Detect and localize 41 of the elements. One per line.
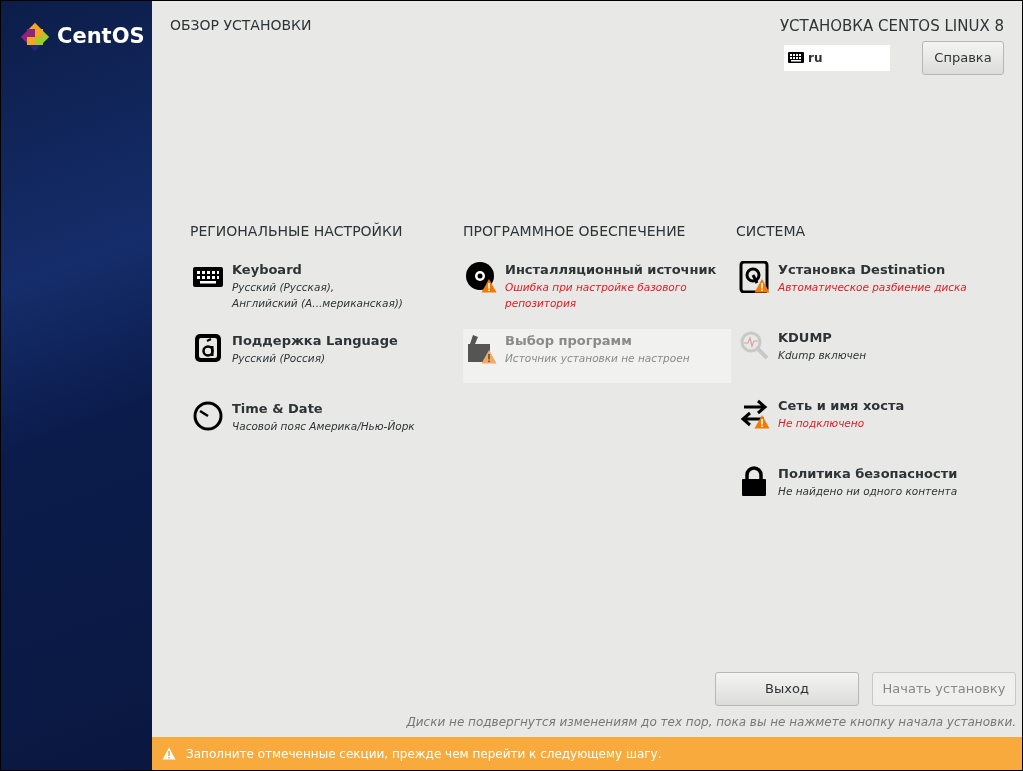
spoke-status: Ошибка при настройке базового репозитория <box>505 280 688 311</box>
spoke-status: Kdump включен <box>778 348 867 363</box>
layout-code: ru <box>808 49 823 67</box>
quit-button[interactable]: Выход <box>715 672 859 706</box>
disk-notice: Диски не подвергнутся изменениям до тех пор, пока вы не нажмете кнопку начала установки. <box>406 714 1016 731</box>
spoke-title: Сеть и имя хоста <box>778 397 905 415</box>
spoke-title: Выбор программ <box>505 332 633 350</box>
spoke-title: Keyboard <box>232 261 303 279</box>
settings-spoke[interactable]: Поддержка Language Русский (Россия) <box>190 329 458 383</box>
warning-text: Заполните отмеченные секции, прежде чем перейти к следующему шагу. <box>186 745 662 763</box>
settings-spoke[interactable]: Установка Destination Автоматическое разбиение диска <box>736 258 1004 312</box>
spoke-status: Автоматическое разбиение диска <box>778 280 967 295</box>
spoke-status: Не подключено <box>778 416 866 431</box>
settings-spoke[interactable]: Time & Date Часовой пояс Америка/Нью-Йорк <box>190 397 458 451</box>
section-heading: СИСТЕМА <box>736 222 807 241</box>
settings-spoke[interactable]: Инсталляционный источник Ошибка при настройке базового репозитория <box>463 258 731 315</box>
help-button[interactable]: Справка <box>922 40 1004 75</box>
page-title: ОБЗОР УСТАНОВКИ <box>170 16 312 35</box>
spoke-status: Не найдено ни одного контента <box>778 484 958 499</box>
spoke-title: Политика безопасности <box>778 465 958 483</box>
logo-text: CentOS <box>57 23 145 51</box>
keyboard-layout-indicator[interactable]: ru <box>784 44 890 71</box>
spoke-status: Источник установки не настроен <box>505 351 690 366</box>
spoke-title: Установка Destination <box>778 261 947 279</box>
keyboard-icon <box>788 52 804 63</box>
spoke-title: Инсталляционный источник <box>505 261 717 279</box>
spoke-status: Русский (Россия) <box>232 351 327 366</box>
section-heading: РЕГИОНАЛЬНЫЕ НАСТРОЙКИ <box>190 221 404 241</box>
settings-spoke[interactable]: Сеть и имя хоста Не подключено <box>736 394 1004 448</box>
logo-icon <box>19 21 51 53</box>
spoke-title: KDUMP <box>778 329 833 347</box>
product-title: УСТАНОВКА CENTOS LINUX 8 <box>779 16 1004 37</box>
section-heading: ПРОГРАММНОЕ ОБЕСПЕЧЕНИЕ <box>463 222 687 241</box>
spoke-status: Часовой пояс Америка/Нью-Йорк <box>232 419 415 434</box>
settings-spoke[interactable]: Keyboard Русский (Русская), Английский (А...мериканская)) <box>190 258 458 315</box>
settings-spoke[interactable]: KDUMP Kdump включен <box>736 326 1004 380</box>
warning-icon <box>162 747 176 760</box>
settings-spoke[interactable]: Политика безопасности Не найдено ни одного контента <box>736 462 1004 516</box>
spoke-status: Русский (Русская), Английский (А...мериканская)) <box>232 280 403 311</box>
spoke-title: Поддержка Language <box>232 332 398 350</box>
spoke-title: Time & Date <box>232 400 324 418</box>
